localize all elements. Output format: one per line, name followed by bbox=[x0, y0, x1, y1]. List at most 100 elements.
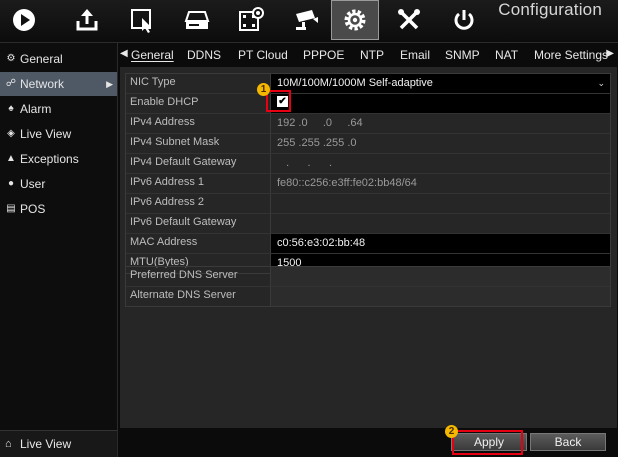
chevron-down-icon: ⌄ bbox=[597, 78, 605, 88]
ipv6-address1-row: IPv6 Address 1 fe80::c256:e3ff:fe02:bb48… bbox=[126, 174, 610, 194]
tab-nat[interactable]: NAT bbox=[495, 48, 518, 62]
preferred-dns-field[interactable] bbox=[270, 267, 610, 286]
ipv6-gateway-label: IPv6 Default Gateway bbox=[130, 216, 237, 228]
gear-icon: ⚙ bbox=[6, 53, 16, 64]
eye-icon: ◈ bbox=[7, 128, 15, 139]
sidebar-item-label: Exceptions bbox=[20, 152, 79, 166]
ipv4-gateway-row: IPv4 Default Gateway . . . bbox=[126, 154, 610, 174]
camera-icon bbox=[296, 10, 318, 30]
step-badge-2: 2 bbox=[445, 425, 458, 438]
manual-button[interactable] bbox=[118, 0, 166, 40]
alarm-icon: ♠ bbox=[8, 103, 14, 114]
tab-snmp[interactable]: SNMP bbox=[445, 48, 480, 62]
sidebar-item-exceptions[interactable]: ▲ Exceptions bbox=[0, 147, 117, 171]
sidebar-item-label: Network bbox=[20, 77, 65, 91]
mac-address-value: c0:56:e3:02:bb:48 bbox=[277, 237, 366, 249]
apply-highlight-box bbox=[452, 430, 523, 455]
ipv4-subnet-field[interactable]: 255 .255 .255 .0 bbox=[270, 134, 610, 153]
power-icon bbox=[454, 10, 474, 30]
sidebar-item-label: Live View bbox=[20, 127, 72, 141]
ipv4-subnet-value: 255 .255 .255 .0 bbox=[277, 137, 357, 149]
sidebar-item-label: POS bbox=[20, 202, 46, 216]
alternate-dns-label: Alternate DNS Server bbox=[130, 289, 236, 301]
tab-ddns[interactable]: DDNS bbox=[187, 48, 221, 62]
ipv4-subnet-label: IPv4 Subnet Mask bbox=[130, 136, 220, 148]
power-button[interactable] bbox=[440, 0, 488, 40]
alternate-dns-field[interactable] bbox=[270, 287, 610, 306]
gear-icon bbox=[344, 9, 366, 31]
tab-ntp[interactable]: NTP bbox=[360, 48, 384, 62]
back-button[interactable]: Back bbox=[530, 433, 606, 451]
ipv4-address-row: IPv4 Address 192 .0 .0 .64 bbox=[126, 114, 610, 134]
mac-address-label: MAC Address bbox=[130, 236, 198, 248]
ipv6-gateway-row: IPv6 Default Gateway bbox=[126, 214, 610, 234]
top-toolbar: Configuration bbox=[0, 0, 618, 43]
sidebar-item-pos[interactable]: ▤ POS bbox=[0, 197, 117, 221]
pos-icon: ▤ bbox=[6, 203, 16, 214]
alternate-dns-row: Alternate DNS Server bbox=[126, 287, 610, 306]
user-icon: ● bbox=[7, 178, 15, 189]
playback-button[interactable] bbox=[0, 0, 48, 40]
preferred-dns-row: Preferred DNS Server bbox=[126, 267, 610, 287]
tab-scroll-left-icon[interactable]: ◀ bbox=[120, 48, 128, 59]
ipv4-gateway-field[interactable]: . . . bbox=[270, 154, 610, 173]
tab-email[interactable]: Email bbox=[400, 48, 430, 62]
enable-dhcp-row: Enable DHCP ✔ bbox=[126, 94, 610, 114]
ipv4-gateway-label: IPv4 Default Gateway bbox=[130, 156, 237, 168]
ipv6-address1-field: fe80::c256:e3ff:fe02:bb48/64 bbox=[270, 174, 610, 193]
nic-type-label: NIC Type bbox=[130, 76, 176, 88]
network-form: NIC Type 10M/100M/1000M Self-adaptive ⌄ … bbox=[125, 73, 611, 274]
ipv6-address2-row: IPv6 Address 2 bbox=[126, 194, 610, 214]
enable-dhcp-label: Enable DHCP bbox=[130, 96, 199, 108]
sidebar-item-label: User bbox=[20, 177, 46, 191]
ipv6-address1-label: IPv6 Address 1 bbox=[130, 176, 204, 188]
enable-dhcp-cell: ✔ bbox=[270, 94, 610, 113]
tab-bar: ◀ General DDNS PT Cloud PPPOE NTP Email … bbox=[118, 44, 618, 66]
mac-address-row: MAC Address c0:56:e3:02:bb:48 bbox=[126, 234, 610, 254]
sidebar-item-network[interactable]: ☍ Network ▶ bbox=[0, 72, 117, 96]
live-view-shortcut[interactable]: ⌂ Live View bbox=[0, 430, 117, 457]
ipv4-address-field[interactable]: 192 .0 .0 .64 bbox=[270, 114, 610, 133]
nic-type-row: NIC Type 10M/100M/1000M Self-adaptive ⌄ bbox=[126, 74, 610, 94]
ipv6-address2-field bbox=[270, 194, 610, 213]
record-icon bbox=[239, 7, 264, 31]
preferred-dns-label: Preferred DNS Server bbox=[130, 269, 238, 281]
tab-more-settings[interactable]: More Settings bbox=[534, 48, 608, 62]
app-title: Configuration bbox=[498, 0, 602, 19]
nic-type-select[interactable]: 10M/100M/1000M Self-adaptive ⌄ bbox=[270, 74, 610, 93]
maintenance-icon bbox=[398, 9, 420, 30]
export-button[interactable] bbox=[63, 0, 111, 40]
camera-button[interactable] bbox=[282, 0, 330, 40]
configuration-button[interactable] bbox=[331, 0, 379, 40]
sidebar-item-user[interactable]: ● User bbox=[0, 172, 117, 196]
tab-general[interactable]: General bbox=[131, 48, 174, 62]
network-general-panel: NIC Type 10M/100M/1000M Self-adaptive ⌄ … bbox=[120, 67, 617, 428]
chevron-right-icon: ▶ bbox=[106, 79, 113, 89]
ipv4-gateway-value: . . . bbox=[277, 157, 333, 169]
nic-type-value: 10M/100M/1000M Self-adaptive bbox=[277, 77, 433, 89]
sidebar-item-alarm[interactable]: ♠ Alarm bbox=[0, 97, 117, 121]
tab-scroll-right-icon[interactable]: ▶ bbox=[606, 48, 614, 59]
sidebar-item-general[interactable]: ⚙ General bbox=[0, 47, 117, 71]
ipv6-address1-value: fe80::c256:e3ff:fe02:bb48/64 bbox=[277, 177, 417, 189]
hdd-button[interactable] bbox=[173, 0, 221, 40]
ipv6-address2-label: IPv6 Address 2 bbox=[130, 196, 204, 208]
maintenance-button[interactable] bbox=[385, 0, 433, 40]
manual-icon bbox=[131, 9, 151, 33]
record-button[interactable] bbox=[227, 0, 275, 40]
sidebar-item-label: General bbox=[20, 52, 63, 66]
ipv4-address-label: IPv4 Address bbox=[130, 116, 195, 128]
home-icon: ⌂ bbox=[5, 438, 12, 450]
tab-pt-cloud[interactable]: PT Cloud bbox=[238, 48, 288, 62]
export-icon bbox=[76, 9, 98, 31]
live-view-shortcut-label: Live View bbox=[20, 437, 72, 451]
warning-icon: ▲ bbox=[6, 153, 16, 164]
dns-form: Preferred DNS Server Alternate DNS Serve… bbox=[125, 266, 611, 307]
tab-pppoe[interactable]: PPPOE bbox=[303, 48, 344, 62]
step-badge-1: 1 bbox=[257, 83, 270, 96]
sidebar: ⚙ General ☍ Network ▶ ♠ Alarm ◈ Live Vie… bbox=[0, 43, 118, 457]
dhcp-highlight-box bbox=[266, 90, 291, 112]
mac-address-field: c0:56:e3:02:bb:48 bbox=[270, 234, 610, 253]
play-icon bbox=[13, 9, 35, 31]
sidebar-item-live-view[interactable]: ◈ Live View bbox=[0, 122, 117, 146]
